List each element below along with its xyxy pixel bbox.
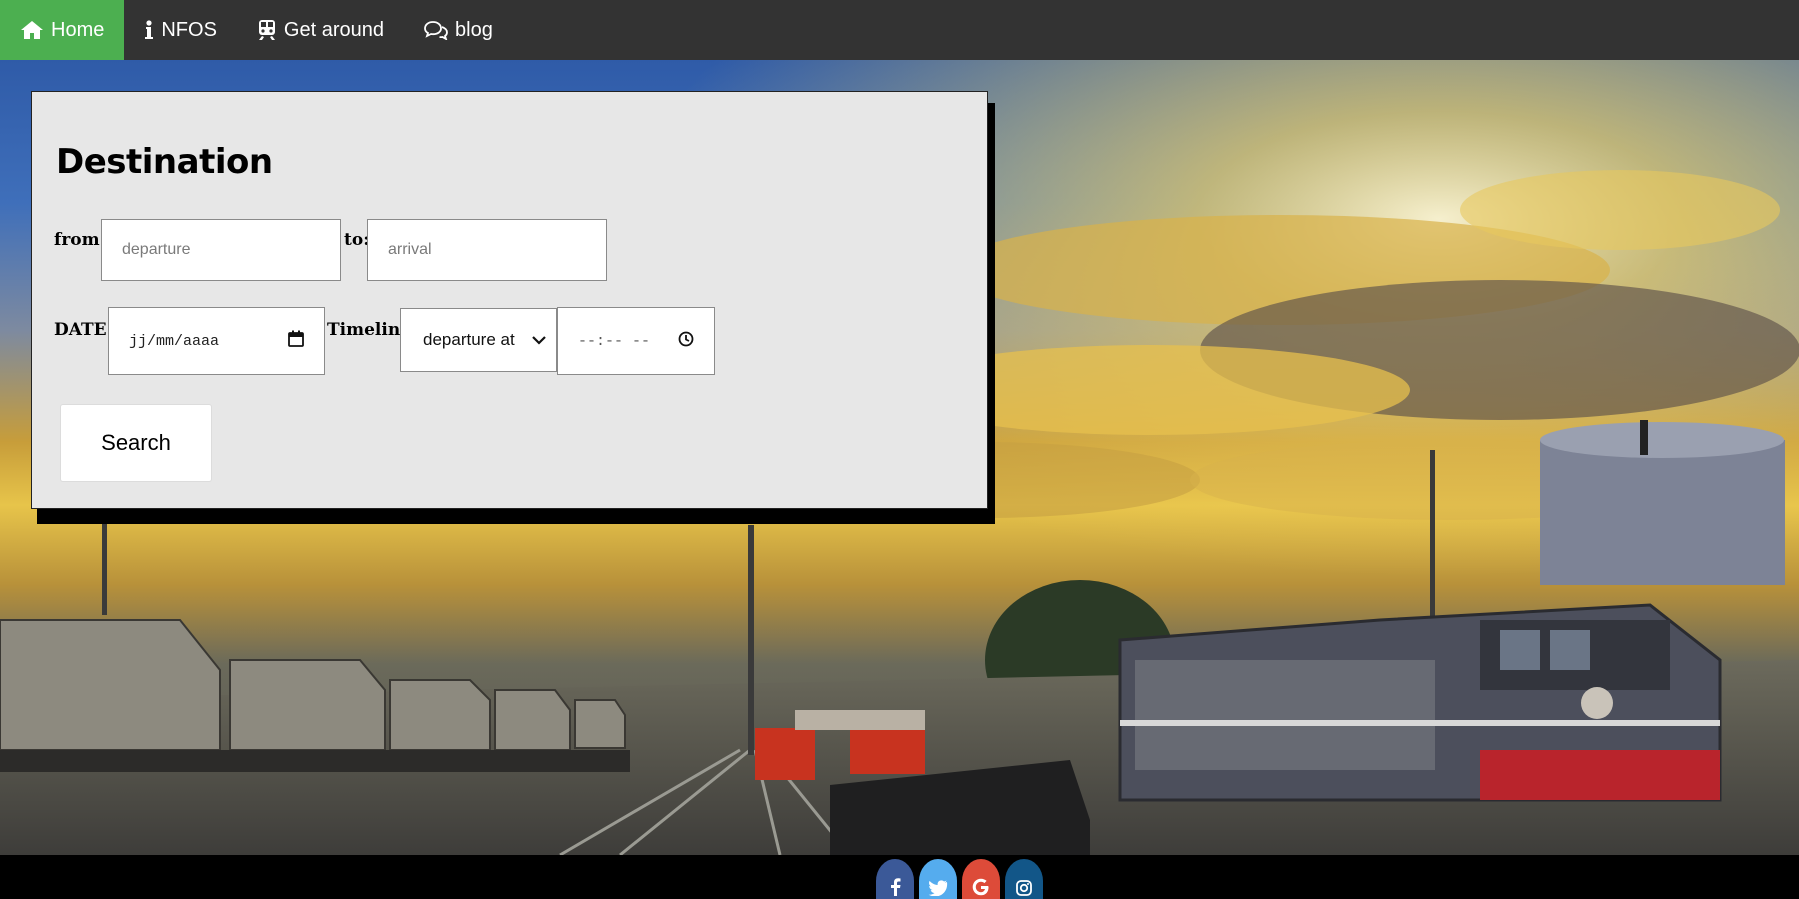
google-icon — [972, 878, 990, 899]
calendar-icon[interactable] — [288, 330, 304, 352]
nav-item-label: blog — [455, 18, 493, 41]
form-title: Destination — [56, 142, 273, 182]
info-icon — [144, 20, 154, 40]
timeline-selected-value: departure at — [423, 330, 515, 349]
twitter-icon — [928, 880, 948, 899]
instagram-icon — [1016, 880, 1032, 899]
clock-icon[interactable] — [678, 331, 694, 352]
twitter-button[interactable] — [919, 859, 957, 899]
time-value: --:-- -- — [578, 332, 651, 350]
train-icon — [257, 19, 277, 41]
time-input[interactable]: --:-- -- — [557, 307, 715, 375]
departure-input[interactable] — [101, 219, 341, 281]
nav-item-label: NFOS — [161, 18, 217, 41]
home-icon — [20, 20, 44, 40]
top-navbar: Home NFOS Get around blog — [0, 0, 1799, 60]
date-input[interactable]: jj/mm/aaaa — [108, 307, 325, 375]
facebook-icon — [888, 878, 902, 899]
arrival-input[interactable] — [367, 219, 607, 281]
nav-item-label: Get around — [283, 18, 384, 41]
facebook-button[interactable] — [876, 859, 914, 899]
date-value: jj/mm/aaaa — [129, 332, 220, 350]
nav-item-get-around[interactable]: Get around — [237, 0, 404, 60]
date-label: DATE: — [54, 320, 113, 340]
nav-item-home[interactable]: Home — [0, 0, 125, 60]
footer — [0, 855, 1799, 899]
instagram-button[interactable] — [1005, 859, 1043, 899]
search-button[interactable]: Search — [61, 405, 211, 481]
chevron-down-icon — [532, 330, 546, 350]
timeline-select[interactable]: departure at — [400, 308, 557, 372]
chat-icon — [424, 20, 448, 40]
destination-form-card: Destination from: to: DATE: jj/mm/aaaa T… — [31, 91, 988, 509]
nav-item-blog[interactable]: blog — [404, 0, 513, 60]
timeline-label: Timeline — [327, 320, 412, 340]
google-button[interactable] — [962, 859, 1000, 899]
nav-item-nfos[interactable]: NFOS — [124, 0, 237, 60]
nav-item-label: Home — [51, 18, 105, 41]
from-label: from: — [54, 230, 106, 250]
to-label: to: — [344, 230, 370, 250]
